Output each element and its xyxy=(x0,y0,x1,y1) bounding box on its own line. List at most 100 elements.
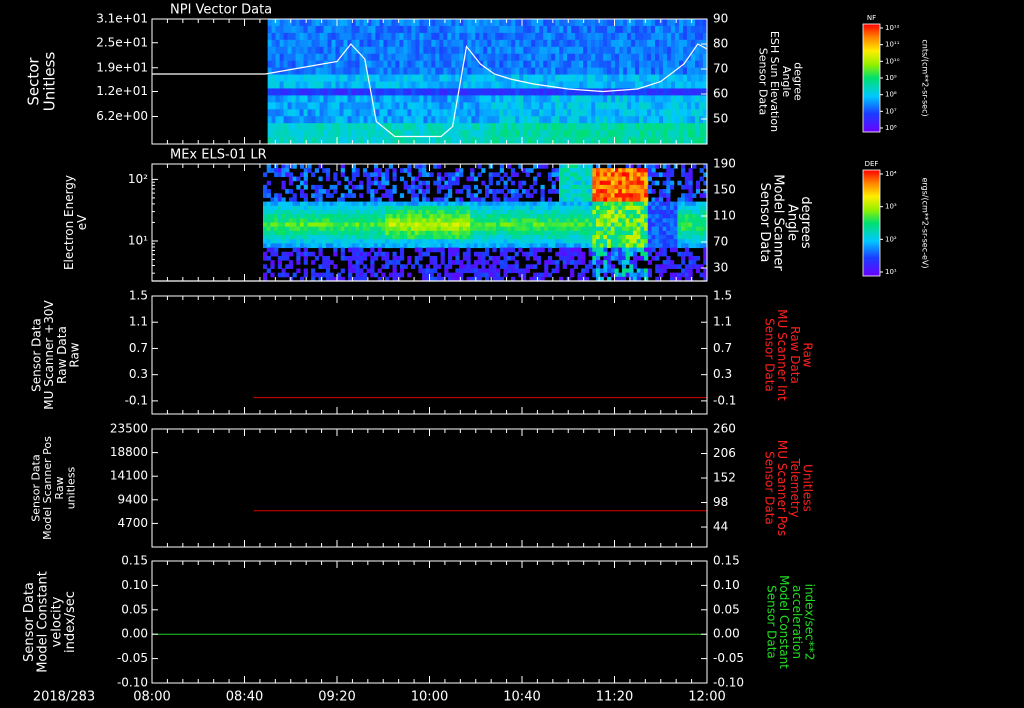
spectrogram-cell xyxy=(481,239,486,244)
spectrogram-cell xyxy=(285,255,290,261)
spectrogram-cell xyxy=(581,218,586,223)
spectrogram-cell xyxy=(311,25,317,34)
spectrogram-cell xyxy=(688,197,693,203)
spectrogram-cell xyxy=(371,39,377,48)
spectrogram-cell xyxy=(487,95,492,103)
spectrogram-cell xyxy=(439,46,444,55)
spectrogram-cell xyxy=(627,46,632,55)
spectrogram-cell xyxy=(655,197,660,203)
spectrogram-cell xyxy=(551,184,556,190)
spectrogram-cell xyxy=(485,272,490,278)
spectrogram-cell xyxy=(666,172,671,178)
spectrogram-cell xyxy=(422,197,427,203)
spectrogram-cell xyxy=(374,180,379,186)
spectrogram-cell xyxy=(355,268,360,274)
spectrogram-cell xyxy=(687,137,692,145)
spectrogram-cell xyxy=(475,130,480,138)
spectrogram-cell xyxy=(407,109,413,117)
spectrogram-cell xyxy=(340,255,345,261)
spectrogram-cell xyxy=(525,218,530,223)
spectrogram-cell xyxy=(315,74,321,83)
spectrogram-cell xyxy=(463,74,468,83)
spectrogram-cell xyxy=(279,137,285,145)
spectrogram-cell xyxy=(547,239,553,244)
spectrogram-cell xyxy=(348,235,353,240)
spectrogram-cell xyxy=(677,218,682,223)
spectrogram-cell xyxy=(403,116,409,124)
spectrogram-cell xyxy=(407,60,413,69)
spectrogram-cell xyxy=(635,109,640,117)
spectrogram-cell xyxy=(396,239,401,244)
spectrogram-cell xyxy=(629,239,634,244)
spectrogram-cell xyxy=(418,201,423,207)
spectrogram-cell xyxy=(667,60,672,69)
spectrogram-cell xyxy=(529,247,534,253)
spectrogram-cell xyxy=(277,209,282,215)
spectrogram-cell xyxy=(455,123,460,131)
spectrogram-cell xyxy=(444,197,449,203)
spectrogram-cell xyxy=(611,67,616,76)
spectrogram-cell xyxy=(487,39,492,48)
spectrogram-cell xyxy=(519,95,524,103)
spectrogram-cell xyxy=(470,264,475,269)
spectrogram-cell xyxy=(503,255,508,261)
spectrogram-cell xyxy=(573,260,578,265)
spectrogram-cell xyxy=(522,189,527,194)
spectrogram-cell xyxy=(651,214,656,219)
spectrogram-cell xyxy=(644,268,649,274)
spectrogram-cell xyxy=(695,137,700,145)
spectrogram-cell xyxy=(683,74,688,83)
spectrogram-cell xyxy=(631,32,636,41)
spectrogram-cell xyxy=(633,235,638,240)
spectrogram-cell xyxy=(271,116,277,124)
spectrogram-cell xyxy=(277,214,282,219)
spectrogram-cell xyxy=(383,60,389,69)
spectrogram-cell xyxy=(596,197,601,203)
spectrogram-cell xyxy=(503,209,508,215)
spectrogram-cell xyxy=(687,39,692,48)
y-axis-label: unitless xyxy=(64,466,77,509)
spectrogram-cell xyxy=(325,255,331,261)
spectrogram-cell xyxy=(518,230,523,236)
spectrogram-cell xyxy=(422,214,427,219)
spectrogram-cell xyxy=(525,239,530,244)
spectrogram-cell xyxy=(603,88,608,96)
spectrogram-cell xyxy=(466,209,471,215)
spectrogram-cell xyxy=(658,172,664,178)
spectrogram-cell xyxy=(329,222,334,228)
spectrogram-cell xyxy=(519,32,524,41)
spectrogram-cell xyxy=(291,53,297,62)
spectrogram-cell xyxy=(277,201,282,207)
spectrogram-cell xyxy=(263,184,268,190)
spectrogram-cell xyxy=(514,239,519,244)
spectrogram-cell xyxy=(625,230,630,236)
spectrogram-cell xyxy=(688,218,693,223)
spectrogram-cell xyxy=(570,168,575,173)
spectrogram-cell xyxy=(399,222,405,228)
spectrogram-cell xyxy=(285,172,290,178)
spectrogram-cell xyxy=(325,168,331,173)
spectrogram-cell xyxy=(559,32,564,41)
spectrogram-cell xyxy=(544,218,549,223)
spectrogram-cell xyxy=(515,60,520,69)
spectrogram-cell xyxy=(562,222,567,228)
spectrogram-cell xyxy=(323,116,329,124)
spectrogram-cell xyxy=(684,201,689,207)
spectrogram-cell xyxy=(435,109,440,117)
spectrogram-cell xyxy=(379,116,385,124)
spectrogram-cell xyxy=(439,81,444,90)
spectrogram-cell xyxy=(655,130,660,138)
spectrogram-cell xyxy=(295,102,301,110)
spectrogram-cell xyxy=(529,264,534,269)
spectrogram-cell xyxy=(374,222,379,228)
spectrogram-cell xyxy=(699,218,704,223)
spectrogram-cell xyxy=(481,243,486,249)
spectrogram-cell xyxy=(374,201,379,207)
spectrogram-cell xyxy=(303,39,309,48)
spectrogram-cell xyxy=(547,222,553,228)
spectrogram-cell xyxy=(647,247,652,253)
spectrogram-cell xyxy=(314,218,319,223)
spectrogram-cell xyxy=(311,272,316,278)
spectrogram-cell xyxy=(533,176,538,182)
spectrogram-cell xyxy=(503,201,508,207)
